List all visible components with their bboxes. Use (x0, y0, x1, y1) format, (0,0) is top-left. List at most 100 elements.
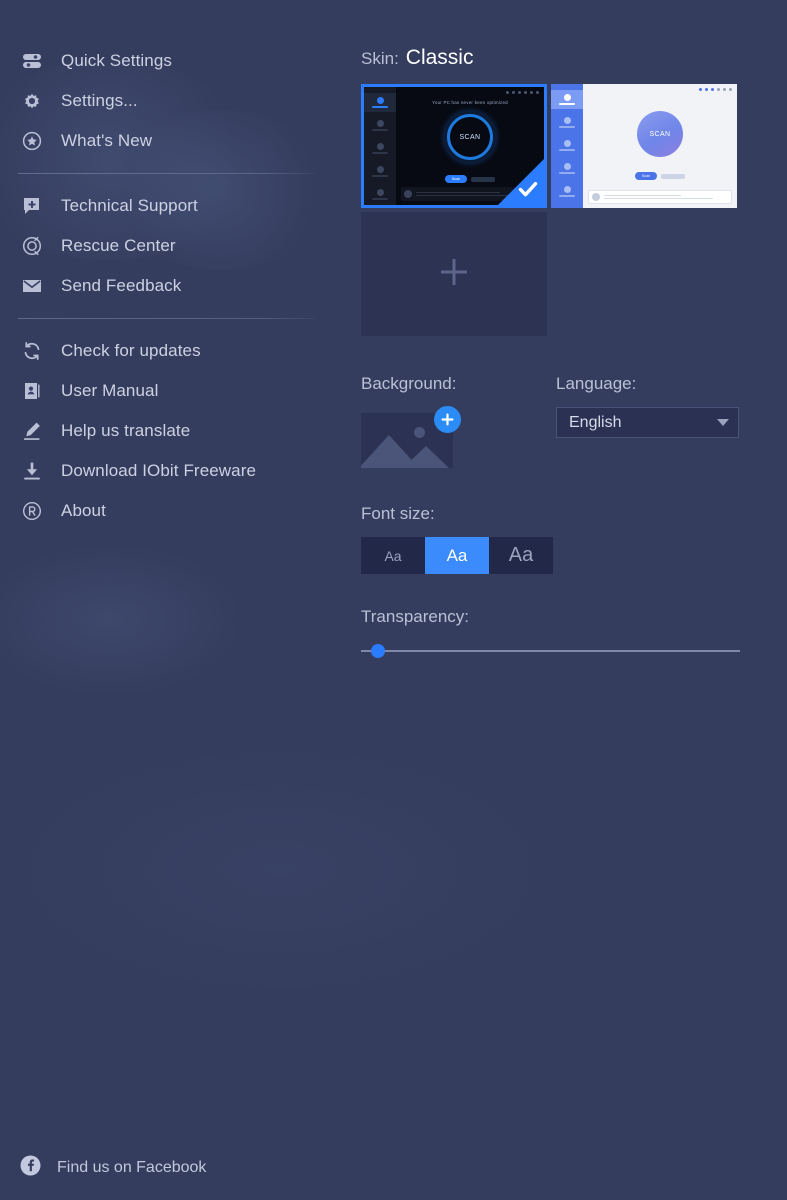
sidebar-group-primary: Quick Settings Settings... What's New (0, 0, 340, 161)
gear-icon (20, 89, 44, 113)
skin-row: Your PC has never been optimized SCAN Sc… (361, 84, 737, 208)
preview-footer-avatar (404, 190, 412, 198)
preview-nav-item (364, 93, 396, 112)
background-picker[interactable] (361, 406, 461, 468)
preview-nav-item (364, 116, 396, 135)
font-size-label: Font size: (361, 504, 435, 523)
preview-window-controls (506, 91, 539, 94)
sidebar-item-label: About (61, 501, 106, 520)
preview-primary-button: Scan (635, 172, 657, 180)
chevron-down-icon (717, 419, 729, 426)
plus-icon (434, 252, 474, 297)
facebook-link-label: Find us on Facebook (57, 1159, 207, 1176)
preview-nav-item (551, 159, 583, 178)
transparency-label: Transparency: (361, 607, 470, 626)
check-icon (517, 178, 539, 200)
sidebar-item-rescue-center[interactable]: Rescue Center (0, 226, 340, 266)
sidebar-item-label: Technical Support (61, 196, 198, 215)
sidebar-item-label: Help us translate (61, 421, 191, 440)
image-mountain-icon (403, 446, 449, 468)
add-skin-tile[interactable] (361, 212, 547, 336)
sidebar-item-label: Rescue Center (61, 236, 176, 255)
font-size-option-medium[interactable]: Aa (425, 537, 489, 574)
preview-nav-item (551, 113, 583, 132)
background-label: Background: (361, 374, 457, 393)
preview-secondary-button (661, 173, 685, 179)
sidebar-group-support: Technical Support Rescue Center Send Fee… (0, 186, 340, 306)
preview-actions: Scan (445, 175, 495, 183)
sidebar-group-resources: Check for updates User Manual Help us tr… (0, 331, 340, 531)
sidebar-item-label: Check for updates (61, 341, 201, 360)
slider-track (361, 650, 740, 652)
language-value: English (569, 413, 622, 431)
sidebar-item-label: Quick Settings (61, 51, 173, 70)
preview-footer-lines (604, 194, 728, 200)
preview-title: Your PC has never been optimized (432, 100, 508, 105)
sidebar-item-about[interactable]: About (0, 491, 340, 531)
sidebar-item-label: What's New (61, 131, 153, 150)
sidebar-item-label: Settings... (61, 91, 138, 110)
sidebar-item-whats-new[interactable]: What's New (0, 121, 340, 161)
preview-body: SCAN Scan (583, 84, 737, 208)
font-size-option-large[interactable]: Aa (489, 537, 553, 574)
download-icon (20, 459, 44, 483)
preview-nav-item (551, 182, 583, 201)
sidebar-item-download-iobit-freeware[interactable]: Download IObit Freeware (0, 451, 340, 491)
language-setting: Language: English (556, 374, 739, 438)
preview-secondary-button (471, 176, 495, 182)
sidebar-item-settings[interactable]: Settings... (0, 81, 340, 121)
skin-tile-classic-dark[interactable]: Your PC has never been optimized SCAN Sc… (361, 84, 547, 208)
sidebar-divider (18, 318, 315, 319)
language-select[interactable]: English (556, 407, 739, 438)
preview-nav-item (364, 139, 396, 158)
sidebar-item-send-feedback[interactable]: Send Feedback (0, 266, 340, 306)
preview-primary-button: Scan (445, 175, 467, 183)
add-background-button[interactable] (434, 406, 461, 433)
registered-icon (20, 499, 44, 523)
skin-label: Skin: (361, 49, 399, 68)
preview-nav-item (364, 162, 396, 181)
lifebuoy-icon (20, 234, 44, 258)
facebook-icon (20, 1155, 41, 1181)
skin-value: Classic (405, 46, 474, 69)
refresh-icon (20, 339, 44, 363)
preview-nav (551, 84, 583, 201)
preview-nav-item (551, 136, 583, 155)
preview-footer-avatar (592, 193, 600, 201)
skin-grid: Your PC has never been optimized SCAN Sc… (361, 84, 737, 336)
sidebar: Quick Settings Settings... What's New Te… (0, 0, 340, 1200)
sidebar-item-check-for-updates[interactable]: Check for updates (0, 331, 340, 371)
skin-preview-light: SCAN Scan (551, 84, 737, 208)
sidebar-item-label: User Manual (61, 381, 159, 400)
font-size-options: Aa Aa Aa (361, 537, 553, 574)
preview-scan-button: SCAN (637, 111, 683, 157)
transparency-setting: Transparency: (361, 607, 740, 658)
envelope-icon (20, 274, 44, 298)
transparency-slider[interactable] (361, 644, 740, 658)
font-size-option-small[interactable]: Aa (361, 537, 425, 574)
star-badge-icon (20, 129, 44, 153)
find-us-on-facebook-link[interactable]: Find us on Facebook (20, 1155, 206, 1181)
sidebar-item-help-us-translate[interactable]: Help us translate (0, 411, 340, 451)
slider-thumb[interactable] (371, 644, 385, 658)
settings-panel: Skin: Classic Your PC has never been opt… (361, 0, 787, 1200)
preview-nav (364, 87, 396, 204)
preview-nav-item (364, 185, 396, 204)
sidebar-item-label: Send Feedback (61, 276, 182, 295)
manual-icon (20, 379, 44, 403)
preview-window-controls (699, 88, 732, 91)
support-chat-icon (20, 194, 44, 218)
font-size-setting: Font size: Aa Aa Aa (361, 504, 553, 574)
sliders-icon (20, 49, 44, 73)
preview-scan-button: SCAN (447, 114, 493, 160)
skin-tile-classic-light[interactable]: SCAN Scan (551, 84, 737, 208)
preview-sidebar (551, 84, 583, 208)
sidebar-item-label: Download IObit Freeware (61, 461, 257, 480)
preview-nav-item (551, 90, 583, 109)
background-setting: Background: (361, 374, 461, 468)
preview-footer (588, 190, 732, 204)
preview-sidebar (364, 87, 396, 205)
sidebar-item-quick-settings[interactable]: Quick Settings (0, 41, 340, 81)
sidebar-item-user-manual[interactable]: User Manual (0, 371, 340, 411)
sidebar-item-technical-support[interactable]: Technical Support (0, 186, 340, 226)
